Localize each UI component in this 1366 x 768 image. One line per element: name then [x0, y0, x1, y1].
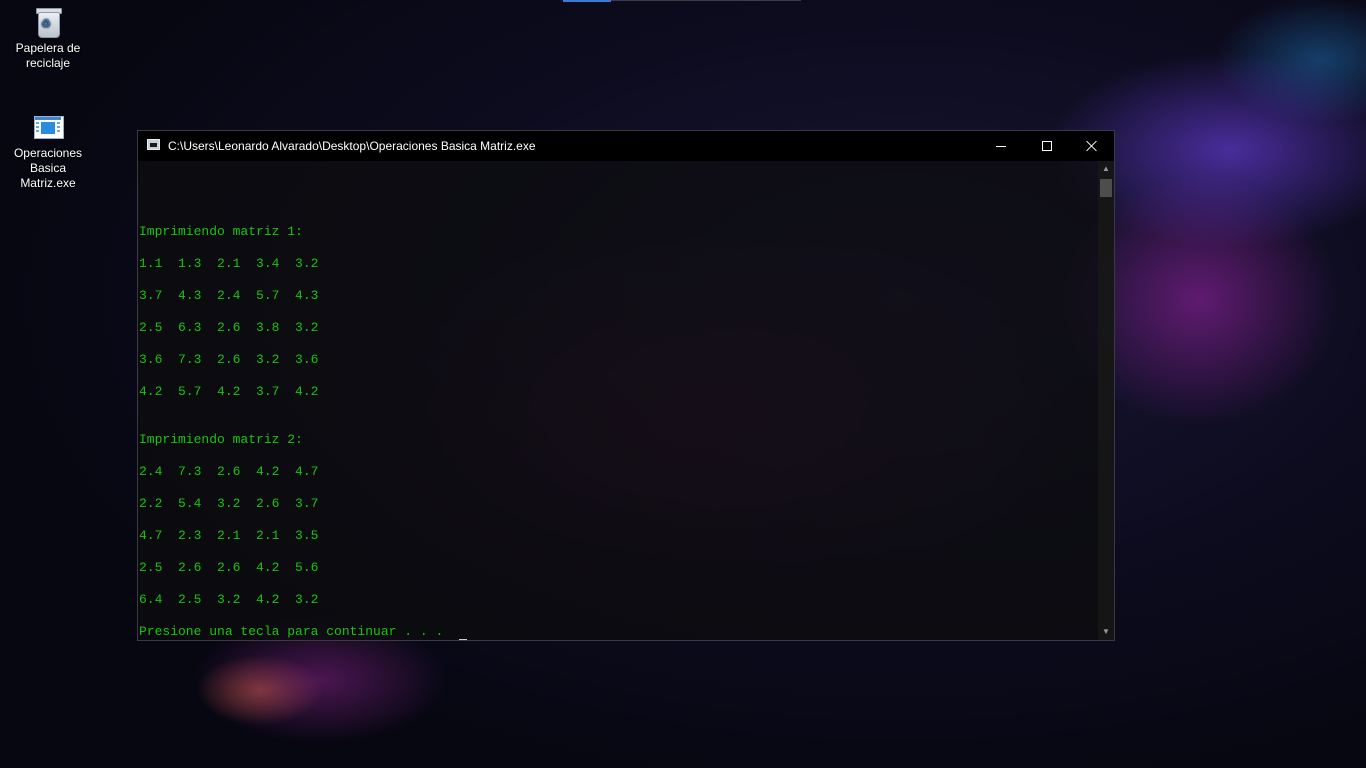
executable-icon — [32, 111, 64, 143]
matrix-heading: Imprimiendo matriz 1: — [139, 224, 303, 239]
recycle-bin-icon: ♻ — [32, 6, 64, 38]
minimize-button[interactable] — [978, 131, 1024, 161]
taskbar-edge-line — [611, 0, 801, 1]
matrix-row: 1.1 1.3 2.1 3.4 3.2 — [139, 256, 319, 271]
scroll-down-arrow-icon[interactable]: ▼ — [1098, 624, 1114, 640]
maximize-icon — [1042, 141, 1052, 151]
console-titlebar[interactable]: C:\Users\Leonardo Alvarado\Desktop\Opera… — [138, 131, 1114, 161]
matrix-row: 4.7 2.3 2.1 2.1 3.5 — [139, 528, 319, 543]
desktop: ♻ Papelera de reciclaje Operaciones Basi… — [0, 0, 1366, 768]
matrix-row: 6.4 2.5 3.2 4.2 3.2 — [139, 592, 319, 607]
close-icon — [1086, 140, 1098, 152]
desktop-icon-operaciones-exe[interactable]: Operaciones Basica Matriz.exe — [3, 111, 93, 191]
desktop-icon-label: Operaciones — [13, 146, 83, 160]
scrollbar-thumb[interactable] — [1100, 179, 1112, 197]
matrix-row: 2.5 6.3 2.6 3.8 3.2 — [139, 320, 319, 335]
matrix-row: 3.6 7.3 2.6 3.2 3.6 — [139, 352, 319, 367]
taskbar-edge-indicator — [563, 0, 611, 2]
text-cursor — [459, 639, 467, 640]
console-app-icon — [147, 139, 160, 150]
desktop-icon-label: Basica Matriz.exe — [20, 161, 76, 190]
desktop-icon-label: reciclaje — [25, 56, 70, 70]
continue-prompt: Presione una tecla para continuar . . . — [139, 624, 452, 639]
matrix-row: 2.2 5.4 3.2 2.6 3.7 — [139, 496, 319, 511]
scroll-up-arrow-icon[interactable]: ▲ — [1098, 161, 1114, 177]
matrix-heading: Imprimiendo matriz 2: — [139, 432, 303, 447]
close-button[interactable] — [1069, 131, 1115, 161]
vertical-scrollbar[interactable]: ▲ ▼ — [1098, 161, 1114, 640]
console-window[interactable]: C:\Users\Leonardo Alvarado\Desktop\Opera… — [137, 130, 1115, 641]
matrix-row: 4.2 5.7 4.2 3.7 4.2 — [139, 384, 319, 399]
desktop-icon-recycle-bin[interactable]: ♻ Papelera de reciclaje — [3, 6, 93, 71]
console-output[interactable]: Imprimiendo matriz 1: 1.1 1.3 2.1 3.4 3.… — [138, 161, 1098, 640]
maximize-button[interactable] — [1024, 131, 1070, 161]
matrix-row: 3.7 4.3 2.4 5.7 4.3 — [139, 288, 319, 303]
minimize-icon — [996, 146, 1006, 147]
matrix-row: 2.5 2.6 2.6 4.2 5.6 — [139, 560, 319, 575]
desktop-icon-label: Papelera de — [15, 41, 81, 55]
matrix-row: 2.4 7.3 2.6 4.2 4.7 — [139, 464, 319, 479]
window-title: C:\Users\Leonardo Alvarado\Desktop\Opera… — [168, 139, 536, 153]
